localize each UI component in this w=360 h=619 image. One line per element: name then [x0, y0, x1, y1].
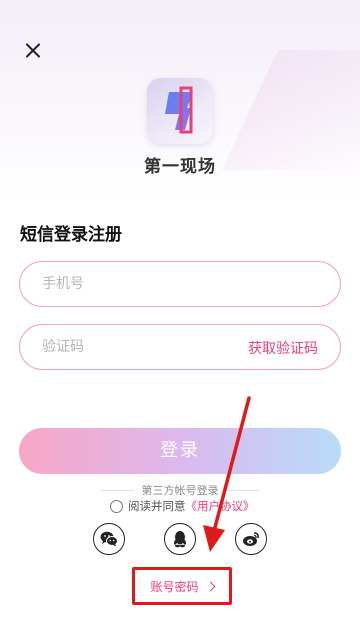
page-title: 短信登录注册 — [20, 225, 122, 245]
divider-right — [226, 490, 260, 491]
agreement-text: 阅读并同意 — [128, 499, 186, 513]
agree-radio[interactable] — [110, 499, 123, 513]
login-button[interactable]: 登录 — [19, 428, 341, 474]
agreement-row: 阅读并同意 《用户协议》 — [110, 497, 255, 515]
app-logo-icon — [165, 86, 193, 134]
qq-login-button[interactable] — [164, 523, 196, 555]
third-party-section: 第三方帐号登录 — [0, 482, 360, 498]
third-party-label: 第三方帐号登录 — [141, 484, 219, 497]
app-logo — [147, 78, 213, 144]
wechat-icon — [100, 531, 118, 547]
user-agreement-link[interactable]: 《用户协议》 — [186, 498, 255, 514]
qq-icon — [174, 531, 186, 548]
app-name: 第一现场 — [144, 157, 216, 177]
phone-field[interactable] — [19, 261, 341, 307]
wechat-login-button[interactable] — [93, 523, 125, 555]
verification-code-input[interactable] — [42, 325, 242, 369]
phone-input[interactable] — [42, 262, 242, 306]
chevron-right-icon — [205, 581, 215, 591]
account-password-login-button[interactable]: 账号密码 — [132, 567, 232, 605]
weibo-login-button[interactable] — [235, 523, 267, 555]
weibo-icon — [243, 532, 259, 546]
close-button[interactable] — [20, 38, 46, 64]
annotation-arrow-head — [203, 525, 225, 552]
account-login-label: 账号密码 — [150, 579, 199, 594]
code-field[interactable]: 获取验证码 — [19, 324, 341, 370]
get-code-button[interactable]: 获取验证码 — [248, 338, 318, 358]
